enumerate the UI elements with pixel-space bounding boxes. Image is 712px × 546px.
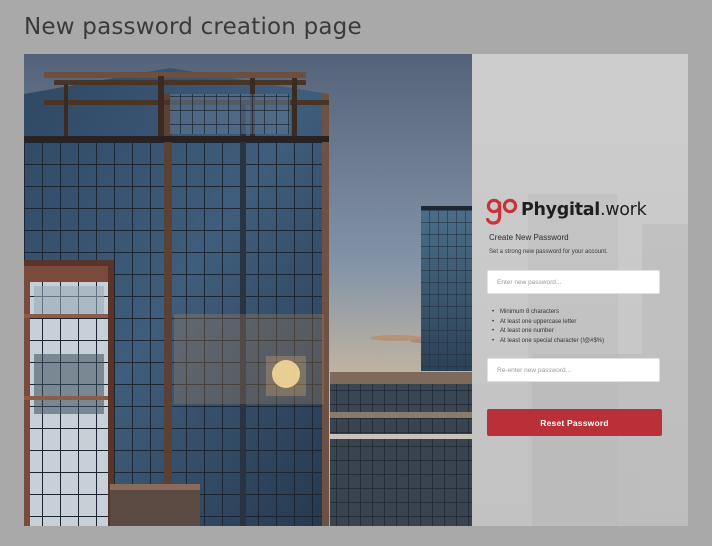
go-logo-mark bbox=[486, 198, 518, 225]
reset-password-panel: Phygital.work Create New Password Set a … bbox=[472, 54, 688, 526]
form-subheading: Set a strong new password for your accou… bbox=[489, 249, 608, 255]
requirement-item: At least one number bbox=[492, 327, 604, 337]
requirement-item: Minimum 8 characters bbox=[492, 308, 604, 318]
auth-card: Phygital.work Create New Password Set a … bbox=[24, 54, 688, 526]
page-title: New password creation page bbox=[24, 14, 362, 40]
brand-logo: Phygital.work bbox=[486, 194, 647, 228]
requirement-item: At least one special character (!@#$%) bbox=[492, 337, 604, 347]
building-photo bbox=[24, 54, 472, 526]
brand-name-suffix: .work bbox=[600, 200, 647, 220]
confirm-password-input[interactable] bbox=[487, 358, 660, 382]
reset-password-button[interactable]: Reset Password bbox=[487, 409, 662, 436]
new-password-input[interactable] bbox=[487, 270, 660, 294]
brand-name-bold: Phygital bbox=[521, 200, 600, 220]
form-heading: Create New Password bbox=[489, 233, 569, 242]
password-requirements-list: Minimum 8 characters At least one upperc… bbox=[492, 308, 604, 346]
brand-name: Phygital.work bbox=[521, 200, 647, 220]
requirement-item: At least one uppercase letter bbox=[492, 318, 604, 328]
